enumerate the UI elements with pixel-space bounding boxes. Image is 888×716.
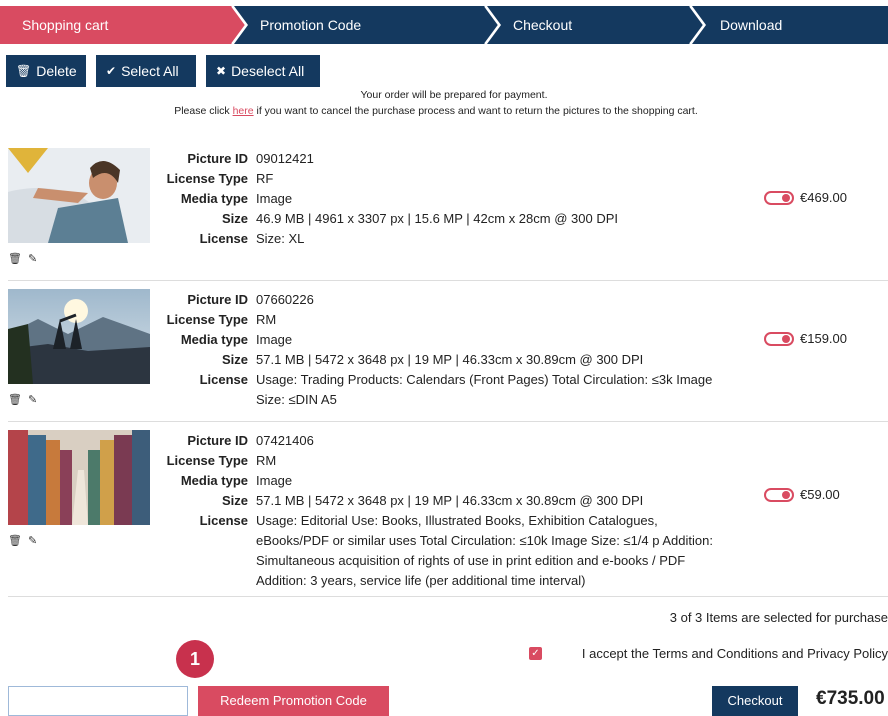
media-type-label: Media type [180, 473, 248, 488]
toggle-knob [782, 194, 790, 202]
item-actions: 🗑 ✎ [8, 252, 43, 265]
select-all-button[interactable]: ✔ Select All [96, 55, 196, 87]
license-value-line: Addition: 3 years, service life (per add… [256, 573, 586, 588]
item-divider [8, 280, 888, 281]
picture-id-value: 09012421 [256, 151, 314, 166]
step-download[interactable]: Download [720, 6, 782, 44]
delete-button[interactable]: 🗑 Delete [6, 55, 86, 87]
cart-item: 🗑 ✎ Picture ID License Type Media type Si… [0, 289, 888, 421]
cart-item: 🗑 ✎ Picture ID License Type Media type Si… [0, 148, 888, 280]
license-type-value: RM [256, 453, 277, 468]
picture-thumbnail[interactable] [8, 430, 150, 525]
terms-checkbox[interactable]: ✓ [529, 647, 542, 660]
license-label: License [199, 372, 248, 387]
media-type-value: Image [256, 191, 293, 206]
item-actions: 🗑 ✎ [8, 534, 43, 547]
size-label: Size [221, 352, 248, 367]
cancel-notice-text: Please click [174, 105, 233, 117]
size-value: 57.1 MB | 5472 x 3648 px | 19 MP | 46.33… [256, 493, 644, 508]
size-label: Size [221, 493, 248, 508]
edit-icon[interactable]: ✎ [28, 535, 37, 547]
step-promotion-code[interactable]: Promotion Code [260, 6, 361, 44]
promotion-code-input[interactable] [8, 686, 188, 716]
picture-id-label: Picture ID [187, 292, 248, 307]
picture-id-value: 07421406 [256, 433, 314, 448]
toggle-knob [782, 335, 790, 343]
size-value: 57.1 MB | 5472 x 3648 px | 19 MP | 46.33… [256, 352, 644, 367]
trash-icon[interactable]: 🗑 [8, 394, 22, 406]
license-type-label: License Type [166, 312, 248, 327]
media-type-label: Media type [180, 332, 248, 347]
edit-icon[interactable]: ✎ [28, 253, 37, 265]
toggle-knob [782, 491, 790, 499]
license-value-line: Simultaneous acquisition of rights of us… [256, 553, 686, 568]
license-type-value: RM [256, 312, 277, 327]
item-price: €469.00 [800, 190, 847, 205]
checkmark-icon: ✔ [106, 64, 117, 78]
license-type-label: License Type [166, 171, 248, 186]
picture-thumbnail[interactable] [8, 148, 150, 243]
cart-item: 🗑 ✎ Picture ID License Type Media type Si… [0, 430, 888, 590]
step-checkout[interactable]: Checkout [513, 6, 572, 44]
item-select-toggle[interactable] [764, 332, 794, 346]
redeem-promotion-code-button[interactable]: Redeem Promotion Code [198, 686, 389, 716]
item-select-toggle[interactable] [764, 191, 794, 205]
return-to-cart-link[interactable]: here [233, 105, 254, 117]
trash-icon[interactable]: 🗑 [8, 253, 22, 265]
step-badge: 1 [176, 640, 214, 678]
selection-info: 3 of 3 Items are selected for purchase [669, 610, 888, 625]
license-value-line: eBooks/PDF or similar uses Total Circula… [256, 533, 713, 548]
media-type-value: Image [256, 332, 293, 347]
trash-icon: 🗑 [16, 64, 32, 78]
close-icon: ✖ [216, 64, 227, 78]
picture-id-label: Picture ID [187, 151, 248, 166]
deselect-all-button[interactable]: ✖ Deselect All [206, 55, 320, 87]
item-price: €59.00 [800, 487, 840, 502]
license-type-value: RF [256, 171, 274, 186]
edit-icon[interactable]: ✎ [28, 394, 37, 406]
item-actions: 🗑 ✎ [8, 393, 43, 406]
license-value-line: Size: ≤DIN A5 [256, 392, 337, 407]
item-divider [8, 596, 888, 597]
step-shopping-cart[interactable]: Shopping cart [22, 6, 108, 44]
license-label: License [199, 231, 248, 246]
item-divider [8, 421, 888, 422]
size-label: Size [221, 211, 248, 226]
cancel-notice: Please click here if you want to cancel … [0, 105, 880, 117]
order-notice: Your order will be prepared for payment. [360, 89, 548, 101]
license-value: Size: XL [256, 231, 305, 246]
license-value-line: Usage: Editorial Use: Books, Illustrated… [256, 513, 658, 528]
license-value-line: Usage: Trading Products: Calendars (Fron… [256, 372, 713, 387]
item-price: €159.00 [800, 331, 847, 346]
cancel-notice-text-end: if you want to cancel the purchase proce… [253, 105, 698, 117]
license-label: License [199, 513, 248, 528]
trash-icon[interactable]: 🗑 [8, 535, 22, 547]
terms-label[interactable]: I accept the Terms and Conditions and Pr… [582, 646, 888, 661]
size-value: 46.9 MB | 4961 x 3307 px | 15.6 MP | 42c… [256, 211, 618, 226]
picture-id-value: 07660226 [256, 292, 314, 307]
deselect-all-label: Deselect All [231, 63, 305, 79]
picture-thumbnail[interactable] [8, 289, 150, 384]
select-all-label: Select All [121, 63, 179, 79]
item-select-toggle[interactable] [764, 488, 794, 502]
order-total: €735.00 [816, 688, 885, 709]
delete-label: Delete [36, 63, 77, 79]
license-type-label: License Type [166, 453, 248, 468]
media-type-value: Image [256, 473, 293, 488]
media-type-label: Media type [180, 191, 248, 206]
picture-id-label: Picture ID [187, 433, 248, 448]
checkout-button[interactable]: Checkout [712, 686, 798, 716]
checkout-steps: Shopping cart Promotion Code Checkout Do… [0, 0, 888, 48]
